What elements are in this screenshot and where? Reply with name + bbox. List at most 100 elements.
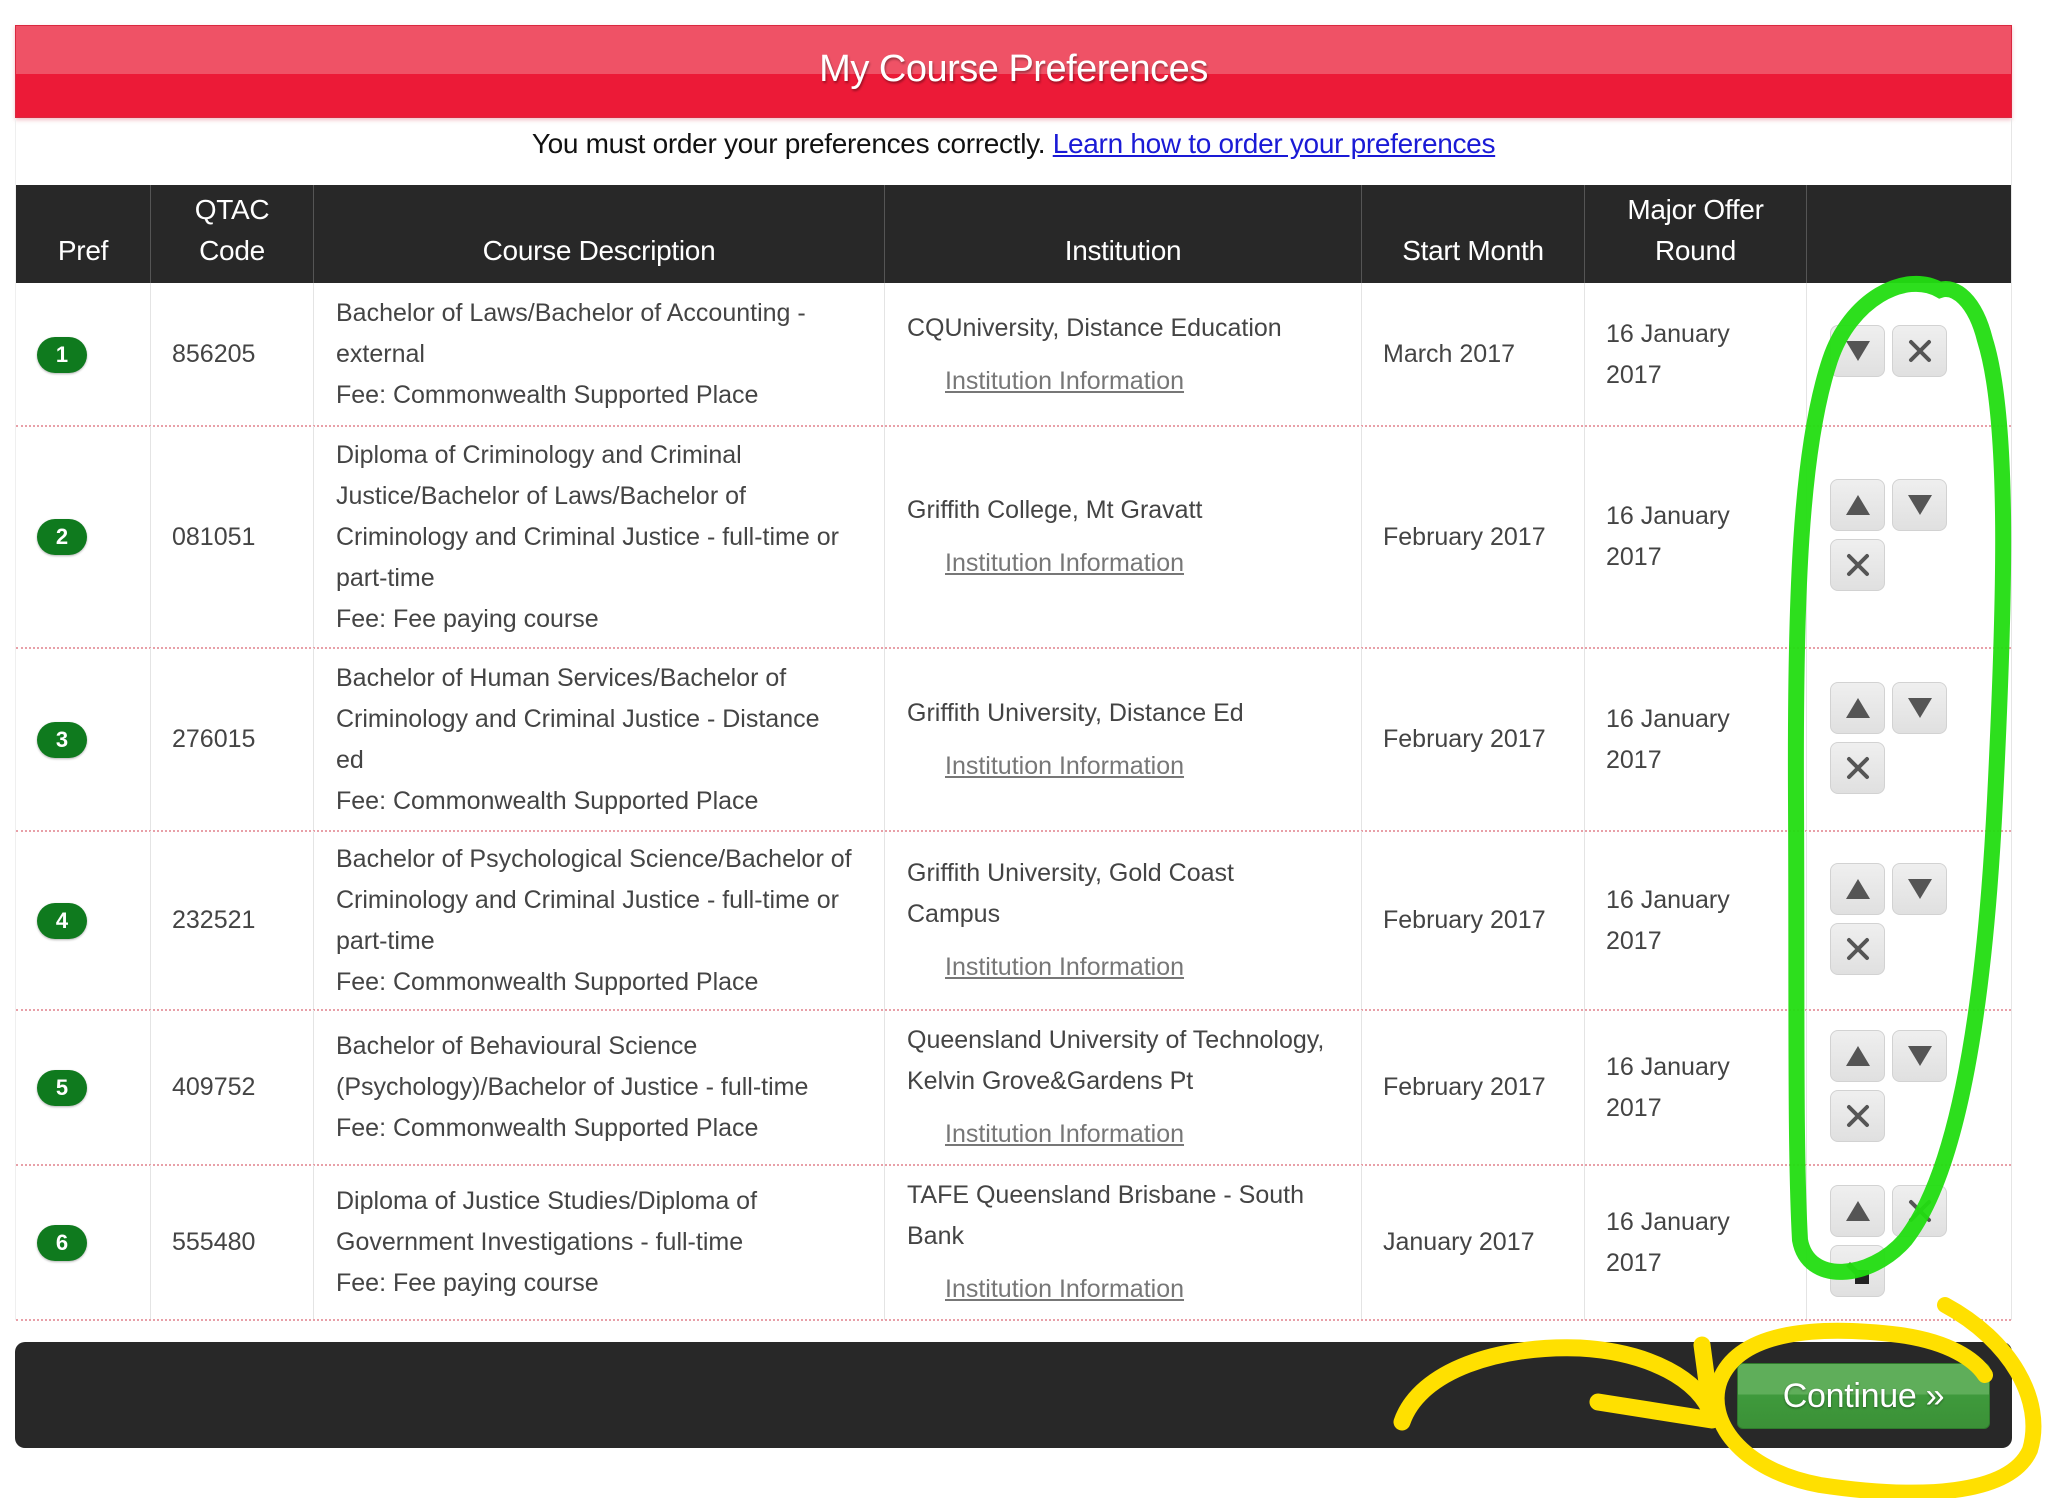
course-description-line: external <box>336 340 425 368</box>
header-actions <box>1807 185 2011 283</box>
move-up-button[interactable] <box>1830 1184 1885 1237</box>
fee-type: Fee: Fee paying course <box>336 1269 599 1297</box>
move-up-button[interactable] <box>1830 479 1885 531</box>
course-description-cell: Bachelor of Laws/Bachelor of Accounting … <box>336 283 881 426</box>
institution-name: Queensland University of Technology, <box>907 1026 1325 1054</box>
continue-button[interactable]: Continue » <box>1737 1363 1990 1429</box>
remove-button[interactable] <box>1830 1089 1885 1142</box>
offer-round-line: 16 January <box>1606 502 1730 530</box>
column-divider <box>1361 1165 1362 1320</box>
column-divider <box>150 648 151 831</box>
qtac-code-cell: 856205 <box>172 283 302 426</box>
institution-information-link[interactable]: Institution Information <box>945 746 1357 787</box>
move-down-button[interactable] <box>1892 681 1947 734</box>
qtac-code: 555480 <box>172 1228 256 1256</box>
institution-cell: Queensland University of Technology, Kelv… <box>907 1010 1357 1165</box>
institution-name: Griffith College, Mt Gravatt <box>907 496 1203 524</box>
qtac-code: 856205 <box>172 340 256 368</box>
offer-round-line: 2017 <box>1606 543 1662 571</box>
column-divider <box>1806 283 1807 426</box>
frame-border-right <box>2011 118 2012 1320</box>
edit-button[interactable] <box>1830 1244 1885 1297</box>
learn-how-link[interactable]: Learn how to order your preferences <box>1053 128 1496 159</box>
qtac-code: 232521 <box>172 906 256 934</box>
move-down-button[interactable] <box>1830 324 1885 377</box>
column-divider <box>1361 1010 1362 1165</box>
start-month-cell: January 2017 <box>1383 1165 1583 1320</box>
institution-information-link[interactable]: Institution Information <box>945 947 1357 988</box>
pref-badge: 5 <box>37 1069 87 1106</box>
offer-round-line: 2017 <box>1606 1093 1662 1122</box>
course-description-line: Bachelor of Behavioural Science <box>336 1032 698 1060</box>
course-description-line: Bachelor of Laws/Bachelor of Accounting … <box>336 299 806 327</box>
triangle-down-icon <box>1907 1045 1933 1067</box>
course-description-line: part-time <box>336 563 435 592</box>
institution-cell: Griffith University, Gold Coast Campus Ins… <box>907 831 1357 1010</box>
major-offer-round-cell: 16 January 2017 <box>1606 1165 1796 1320</box>
move-down-button[interactable] <box>1892 862 1947 915</box>
course-description-cell: Bachelor of Behavioural Science (Psycholo… <box>336 1010 881 1165</box>
column-divider <box>1806 426 1807 648</box>
header-pref-label: Pref <box>57 235 109 266</box>
remove-button[interactable] <box>1830 539 1885 591</box>
header-round-label: Round <box>1654 235 1736 266</box>
qtac-code-cell: 081051 <box>172 426 302 648</box>
institution-information-link[interactable]: Institution Information <box>945 361 1357 402</box>
column-divider <box>150 831 151 1010</box>
column-divider <box>1806 831 1807 1010</box>
remove-button[interactable] <box>1892 1184 1947 1237</box>
title-bar: My Course Preferences <box>15 25 2012 118</box>
course-description-cell: Diploma of Justice Studies/Diploma of Gov… <box>336 1165 881 1320</box>
offer-round-line: 2017 <box>1606 745 1662 774</box>
institution-name: Campus <box>907 900 1001 928</box>
institution-name: Griffith University, Gold Coast <box>907 859 1234 887</box>
course-description-line: Bachelor of Human Services/Bachelor of <box>336 663 787 692</box>
triangle-up-icon <box>1845 1200 1871 1222</box>
start-month-cell: February 2017 <box>1383 831 1583 1010</box>
remove-button[interactable] <box>1830 741 1885 794</box>
column-divider <box>1584 1165 1585 1320</box>
close-x-icon <box>1846 937 1870 961</box>
column-divider <box>1584 648 1585 831</box>
move-up-button[interactable] <box>1830 681 1885 734</box>
course-description-line: Diploma of Criminology and Criminal <box>336 440 742 469</box>
remove-button[interactable] <box>1892 324 1947 377</box>
qtac-code: 409752 <box>172 1073 256 1101</box>
course-description-cell: Bachelor of Psychological Science/Bachel… <box>336 831 881 1010</box>
column-divider <box>1361 426 1362 648</box>
start-month: January 2017 <box>1383 1228 1535 1256</box>
institution-information-link[interactable]: Institution Information <box>945 1269 1357 1310</box>
offer-round-line: 16 January <box>1606 319 1730 348</box>
institution-information-link[interactable]: Institution Information <box>945 543 1357 584</box>
triangle-up-icon <box>1845 878 1871 900</box>
institution-name: Griffith University, Distance Ed <box>907 698 1244 727</box>
course-description-line: ed <box>336 745 364 774</box>
offer-round-line: 2017 <box>1606 926 1662 955</box>
pref-badge: 4 <box>37 902 87 939</box>
column-divider <box>313 283 314 426</box>
table-header: Pref QTAC Code Course Description Instit… <box>16 185 2011 283</box>
move-down-button[interactable] <box>1892 1029 1947 1082</box>
move-down-button[interactable] <box>1892 479 1947 531</box>
triangle-up-icon <box>1845 494 1871 516</box>
column-divider <box>1361 831 1362 1010</box>
header-start-month: Start Month <box>1362 185 1584 283</box>
course-description-line: Criminology and Criminal Justice - full-… <box>336 522 839 551</box>
institution-information-link[interactable]: Institution Information <box>945 1114 1357 1155</box>
move-up-button[interactable] <box>1830 862 1885 915</box>
move-up-button[interactable] <box>1830 1029 1885 1082</box>
fee-type: Fee: Fee paying course <box>336 604 599 633</box>
major-offer-round-cell: 16 January 2017 <box>1606 283 1796 426</box>
qtac-code: 276015 <box>172 725 256 753</box>
column-divider <box>150 1165 151 1320</box>
header-code-label: Code <box>199 235 265 266</box>
remove-button[interactable] <box>1830 922 1885 975</box>
header-course-description-label: Course Description <box>482 235 716 266</box>
notice-text: You must order your preferences correctl… <box>531 128 1046 159</box>
course-description-line: Criminology and Criminal Justice - Dista… <box>336 704 820 733</box>
fee-type: Fee: Commonwealth Supported Place <box>336 1114 759 1142</box>
close-x-icon <box>1908 1199 1932 1223</box>
offer-round-line: 16 January <box>1606 1207 1730 1236</box>
column-divider <box>150 283 151 426</box>
triangle-down-icon <box>1907 697 1933 719</box>
